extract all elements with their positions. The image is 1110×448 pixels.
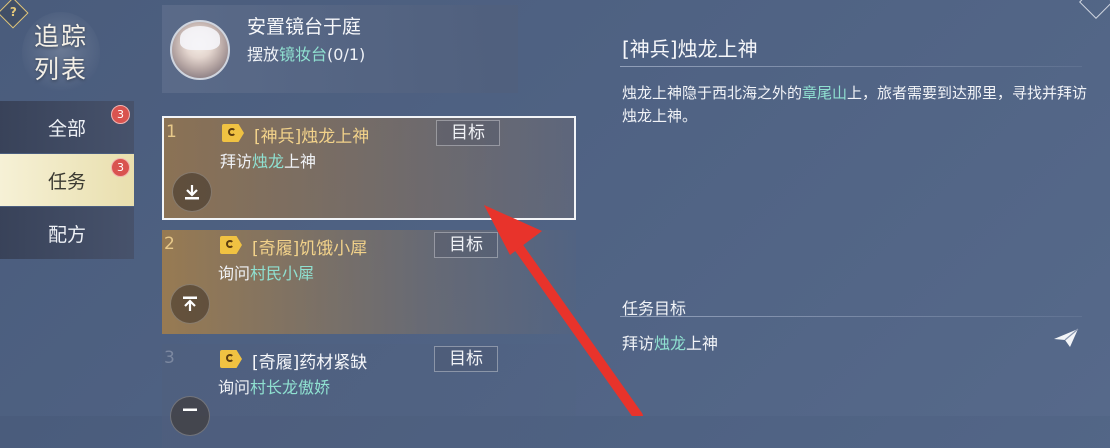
quest-type-icon <box>220 236 242 254</box>
divider <box>620 66 1082 67</box>
quest-name: [奇履]饥饿小犀 <box>252 239 368 259</box>
move-up-icon[interactable] <box>170 284 210 324</box>
goal-button[interactable]: 目标 <box>436 120 500 146</box>
annotation-arrow-icon <box>484 205 643 416</box>
tab-recipes[interactable]: 配方 <box>0 207 134 259</box>
pinned-quest-objective: 摆放镜妆台(0/1) <box>247 45 366 64</box>
quest-objective: 询问村长龙傲娇 <box>218 378 331 397</box>
tracking-list-title: 追踪 列表 <box>22 12 100 94</box>
npc-avatar <box>170 20 230 80</box>
tab-all[interactable]: 全部 3 <box>0 101 134 153</box>
quest-number: 3 <box>164 348 175 368</box>
settings-diamond-icon[interactable] <box>1079 0 1110 19</box>
quest-detail-description: 烛龙上神隐于西北海之外的章尾山上，旅者需要到达那里，寻找并拜访烛龙上神。 <box>622 84 1088 125</box>
quest-number: 1 <box>166 122 177 142</box>
move-up-icon[interactable] <box>170 396 210 436</box>
pinned-quest-title: 安置镜台于庭 <box>247 16 362 38</box>
quest-name: [神兵]烛龙上神 <box>254 127 370 147</box>
quest-name: [奇履]药材紧缺 <box>252 353 368 373</box>
quest-detail-title: [神兵]烛龙上神 <box>622 37 758 61</box>
tab-quests[interactable]: 任务 3 <box>0 154 134 206</box>
quest-type-icon <box>220 350 242 368</box>
quest-type-icon <box>222 124 244 142</box>
quest-objective: 询问村民小犀 <box>218 264 315 283</box>
move-down-icon[interactable] <box>172 172 212 212</box>
quest-number: 2 <box>164 234 175 254</box>
tab-badge: 3 <box>111 158 130 177</box>
tab-badge: 3 <box>111 105 130 124</box>
auto-navigate-icon[interactable] <box>1052 327 1080 349</box>
quest-objective: 拜访烛龙上神 <box>220 152 317 171</box>
